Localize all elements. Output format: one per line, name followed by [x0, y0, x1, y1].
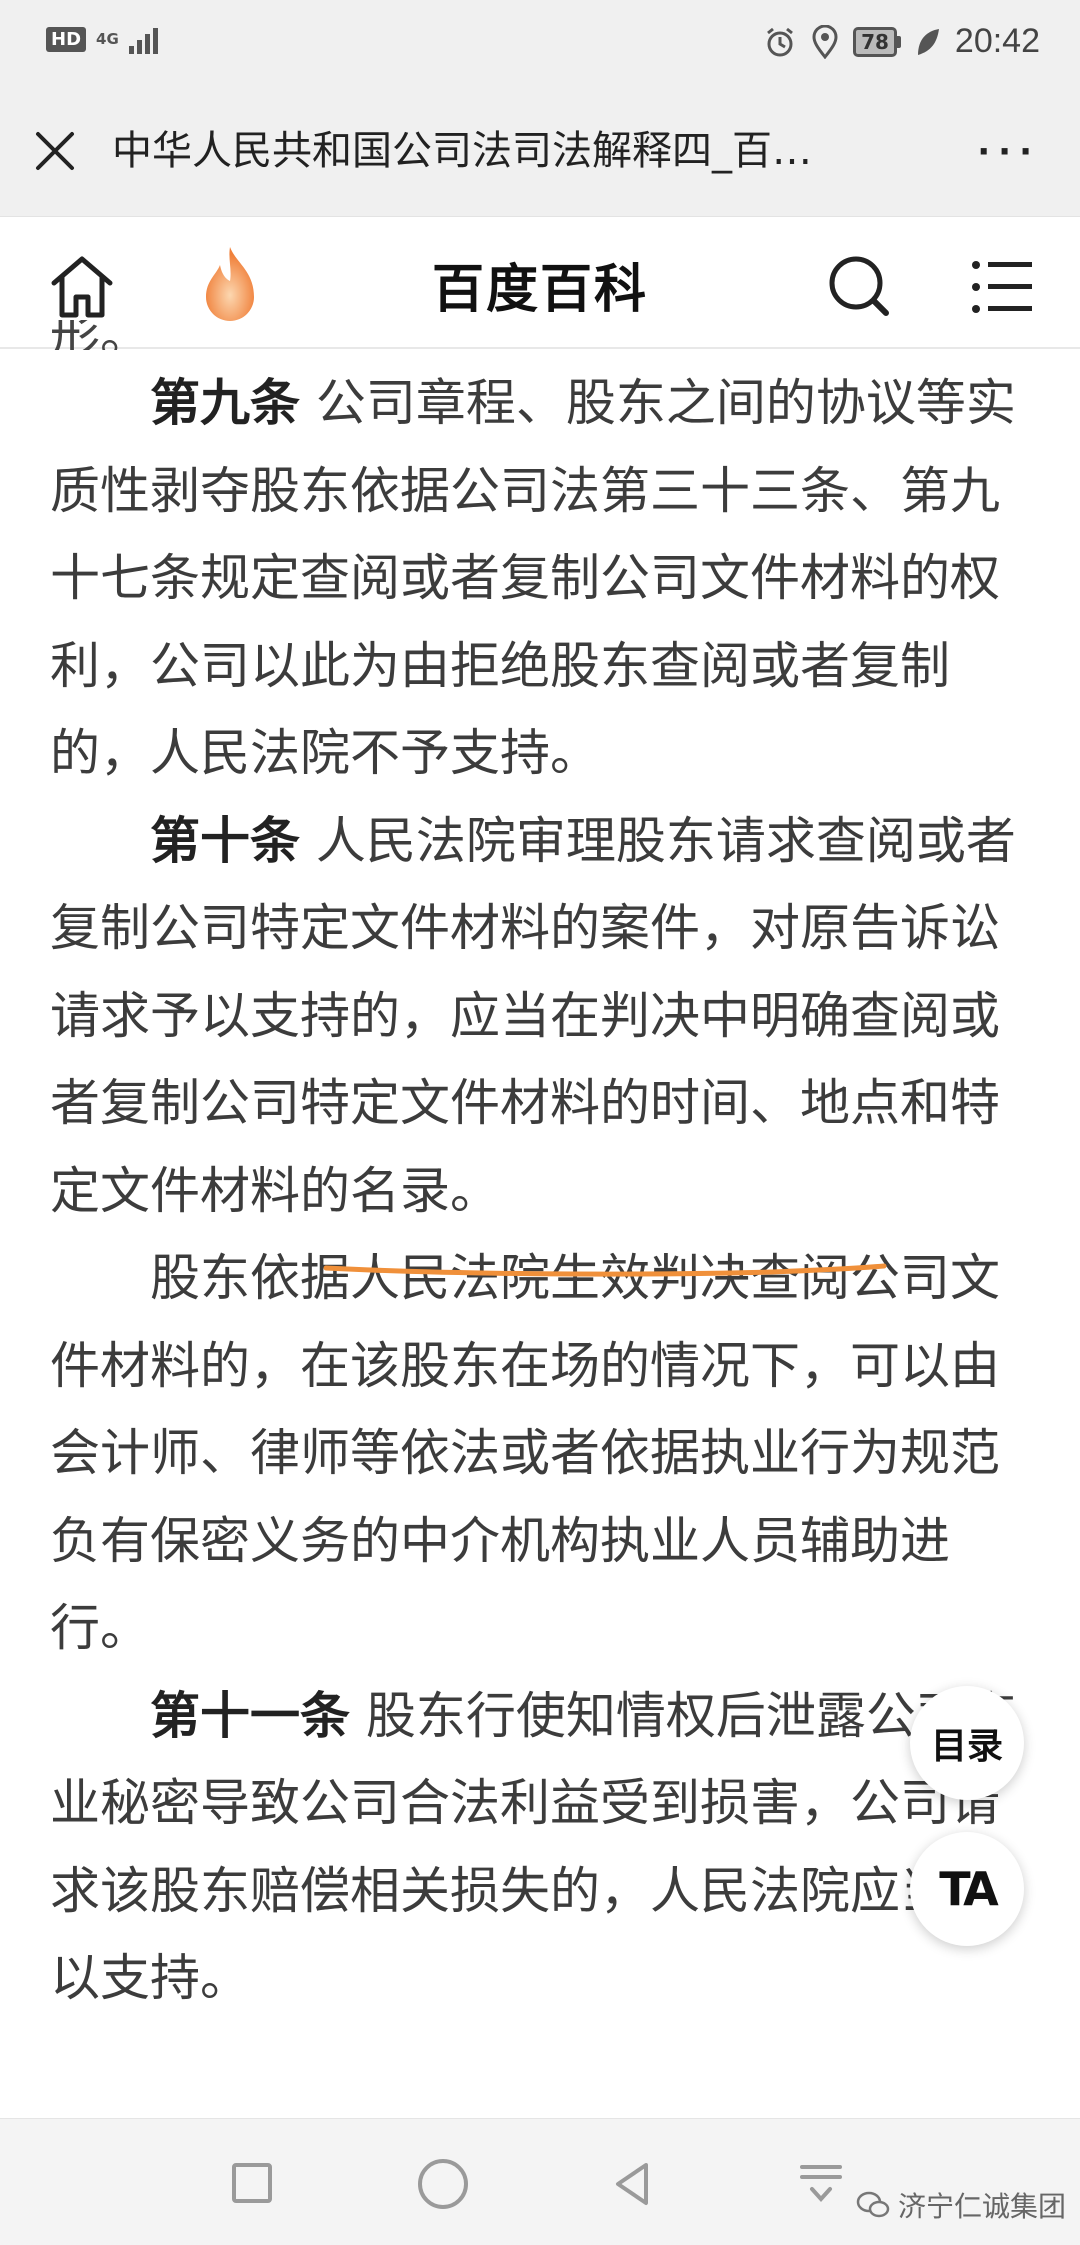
site-title: 百度百科	[431, 260, 648, 320]
cutoff-line: 形。	[50, 320, 150, 350]
article-9-text: 公司章程、股东之间的协议等实质性剥夺股东依据公司法第三十三条、第九十七条规定查阅…	[50, 374, 1016, 782]
clock: 20:42	[954, 22, 1040, 60]
watermark: 济宁仁诚集团	[856, 2185, 1066, 2225]
article-10-label: 第十条	[150, 811, 300, 870]
article-9: 第九条 公司章程、股东之间的协议等实质性剥夺股东依据公司法第三十三条、第九十七条…	[50, 360, 1040, 798]
highlight-underline	[323, 1263, 887, 1277]
back-icon[interactable]	[608, 2159, 658, 2209]
status-bar: HD 4G 78 20:42	[0, 0, 1080, 86]
font-size-button[interactable]: TA	[910, 1832, 1024, 1946]
alarm-icon	[767, 27, 793, 56]
battery-level: 78	[853, 26, 897, 57]
more-options-button[interactable]: ···	[977, 132, 1040, 172]
recent-apps-icon[interactable]	[232, 2163, 272, 2203]
article-10: 第十条 人民法院审理股东请求查阅或者复制公司特定文件材料的案件，对原告诉讼请求予…	[50, 798, 1040, 1236]
table-of-contents-button[interactable]: 目录	[910, 1686, 1024, 1800]
home-button-icon[interactable]	[418, 2159, 468, 2209]
page-title: 中华人民共和国公司法司法解释四_百…	[112, 128, 812, 174]
menu-icon[interactable]	[962, 247, 1042, 327]
article-10-end: 。	[450, 1161, 500, 1220]
watermark-text: 济宁仁诚集团	[898, 2190, 1067, 2223]
signal-icon	[128, 24, 158, 54]
search-icon[interactable]	[820, 247, 900, 327]
article-9-label: 第九条	[150, 374, 300, 432]
notification-down-icon[interactable]	[796, 2159, 846, 2209]
system-navigation-bar: 济宁仁诚集团	[0, 2118, 1080, 2245]
browser-title-bar: 中华人民共和国公司法司法解释四_百… ···	[0, 86, 1080, 217]
close-icon[interactable]	[30, 126, 80, 176]
battery-icon: 78	[853, 26, 901, 57]
hd-badge: HD	[46, 26, 87, 52]
leaf-icon	[917, 28, 939, 55]
article-11-label: 第十一条	[150, 1686, 350, 1745]
location-icon	[812, 24, 838, 59]
article-body: 形。 第九条 公司章程、股东之间的协议等实质性剥夺股东依据公司法第三十三条、第九…	[50, 320, 1040, 2023]
article-10-paragraph-2: 股东依据人民法院生效判决查阅公司文件材料的，在该股东在场的情况下，可以由会计师、…	[50, 1249, 1000, 1657]
article-11: 第十一条 股东行使知情权后泄露公司商业秘密导致公司合法利益受到损害，公司请求该股…	[50, 1673, 1040, 2023]
wechat-icon	[856, 2191, 890, 2218]
network-type: 4G	[96, 30, 119, 48]
